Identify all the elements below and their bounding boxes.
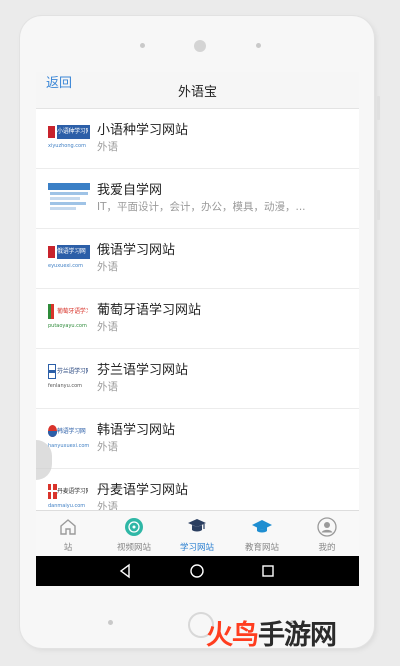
thumb-url: danmaiyu.com [48, 503, 86, 509]
thumb-url: eyuxuexi.com [48, 263, 83, 269]
tab-education-sites[interactable]: 教育网站 [230, 511, 294, 557]
thumb-text: 丹麦语学习网 [57, 488, 88, 495]
thumb-text: 葡萄牙语学习网 [57, 308, 88, 315]
item-subtitle: 外语 [97, 321, 118, 333]
item-subtitle: 外语 [97, 141, 118, 153]
bottom-tab-bar: 站 视频网站 学习网站 教育网站 我的 [36, 510, 359, 557]
list-item[interactable]: 我爱自学网 IT，平面设计，会计，办公，模具，动漫，... [36, 169, 359, 229]
thumb-url: putaoyayu.com [48, 323, 87, 329]
list-item[interactable]: 俄语学习网 eyuxuexi.com 俄语学习网站 外语 [36, 229, 359, 289]
home-circle-icon[interactable] [188, 562, 206, 580]
thumb-text: 小语种学习网 [57, 128, 88, 135]
site-logo-thumbnail: 丹麦语学习网 danmaiyu.com [48, 483, 90, 513]
item-title: 俄语学习网站 [97, 243, 176, 258]
thumb-url: xiyuzhong.com [48, 143, 86, 149]
item-subtitle: 外语 [97, 381, 118, 393]
app-screen: 返回 外语宝 小语种学习网 xiyuzhong.com 小语种学习网站 外语 我… [36, 72, 359, 586]
list-item[interactable]: 葡萄牙语学习网 putaoyayu.com 葡萄牙语学习网站 外语 [36, 289, 359, 349]
thumb-text: 俄语学习网 [57, 248, 86, 255]
tab-label: 视频网站 [116, 543, 151, 553]
watermark-logo: 火鸟手游网 [206, 616, 337, 656]
list-item[interactable]: 韩语学习网 hanyuxuexi.com 韩语学习网站 外语 [36, 409, 359, 469]
mortarboard-icon [252, 520, 272, 533]
item-title: 我爱自学网 [97, 183, 163, 198]
item-subtitle: 外语 [97, 441, 118, 453]
film-reel-icon [125, 518, 143, 536]
item-subtitle: IT，平面设计，会计，办公，模具，动漫，... [97, 201, 306, 213]
tab-label: 学习网站 [179, 543, 214, 553]
home-icon [60, 519, 76, 535]
site-logo-thumbnail: 韩语学习网 hanyuxuexi.com [48, 423, 90, 453]
item-subtitle: 外语 [97, 261, 118, 273]
site-logo-thumbnail: 俄语学习网 eyuxuexi.com [48, 243, 90, 273]
tab-mine[interactable]: 我的 [295, 511, 359, 557]
power-button [377, 190, 380, 220]
bottom-dot-left [108, 620, 113, 625]
site-logo-thumbnail: 芬兰语学习网 fenlanyu.com [48, 363, 90, 393]
item-title: 葡萄牙语学习网站 [97, 303, 202, 318]
site-list: 小语种学习网 xiyuzhong.com 小语种学习网站 外语 我爱自学网 IT… [36, 109, 359, 529]
thumb-text: 芬兰语学习网 [57, 368, 88, 375]
back-triangle-icon[interactable] [116, 562, 134, 580]
tab-label: 我的 [318, 543, 336, 553]
list-item[interactable]: 芬兰语学习网 fenlanyu.com 芬兰语学习网站 外语 [36, 349, 359, 409]
item-title: 小语种学习网站 [97, 123, 189, 138]
page-title: 外语宝 [177, 85, 217, 100]
item-title: 韩语学习网站 [97, 423, 176, 438]
watermark-rest: 手游网 [258, 620, 337, 651]
graduation-cap-icon [188, 519, 206, 532]
thumb-url: hanyuxuexi.com [48, 443, 90, 449]
tab-video-sites[interactable]: 视频网站 [102, 511, 166, 557]
site-logo-thumbnail [48, 183, 90, 213]
front-camera [194, 40, 206, 52]
tab-label: 站 [63, 543, 73, 553]
watermark-accent: 火鸟 [206, 620, 259, 651]
tab-label: 教育网站 [244, 543, 279, 553]
item-title: 芬兰语学习网站 [97, 363, 189, 378]
thumb-url: fenlanyu.com [48, 383, 83, 389]
tab-home[interactable]: 站 [36, 511, 100, 557]
site-logo-thumbnail: 葡萄牙语学习网 putaoyayu.com [48, 303, 90, 333]
title-bar: 返回 外语宝 [36, 72, 359, 109]
person-icon [317, 517, 337, 537]
thumb-text: 韩语学习网 [57, 428, 86, 435]
system-navigation-bar [36, 556, 359, 586]
sensor-dot [140, 43, 145, 48]
list-item[interactable]: 小语种学习网 xiyuzhong.com 小语种学习网站 外语 [36, 109, 359, 169]
site-logo-thumbnail: 小语种学习网 xiyuzhong.com [48, 123, 90, 153]
speaker-dot [256, 43, 261, 48]
item-title: 丹麦语学习网站 [97, 483, 189, 498]
volume-button [377, 96, 380, 120]
recents-square-icon[interactable] [259, 562, 277, 580]
tab-study-sites[interactable]: 学习网站 [165, 511, 229, 557]
